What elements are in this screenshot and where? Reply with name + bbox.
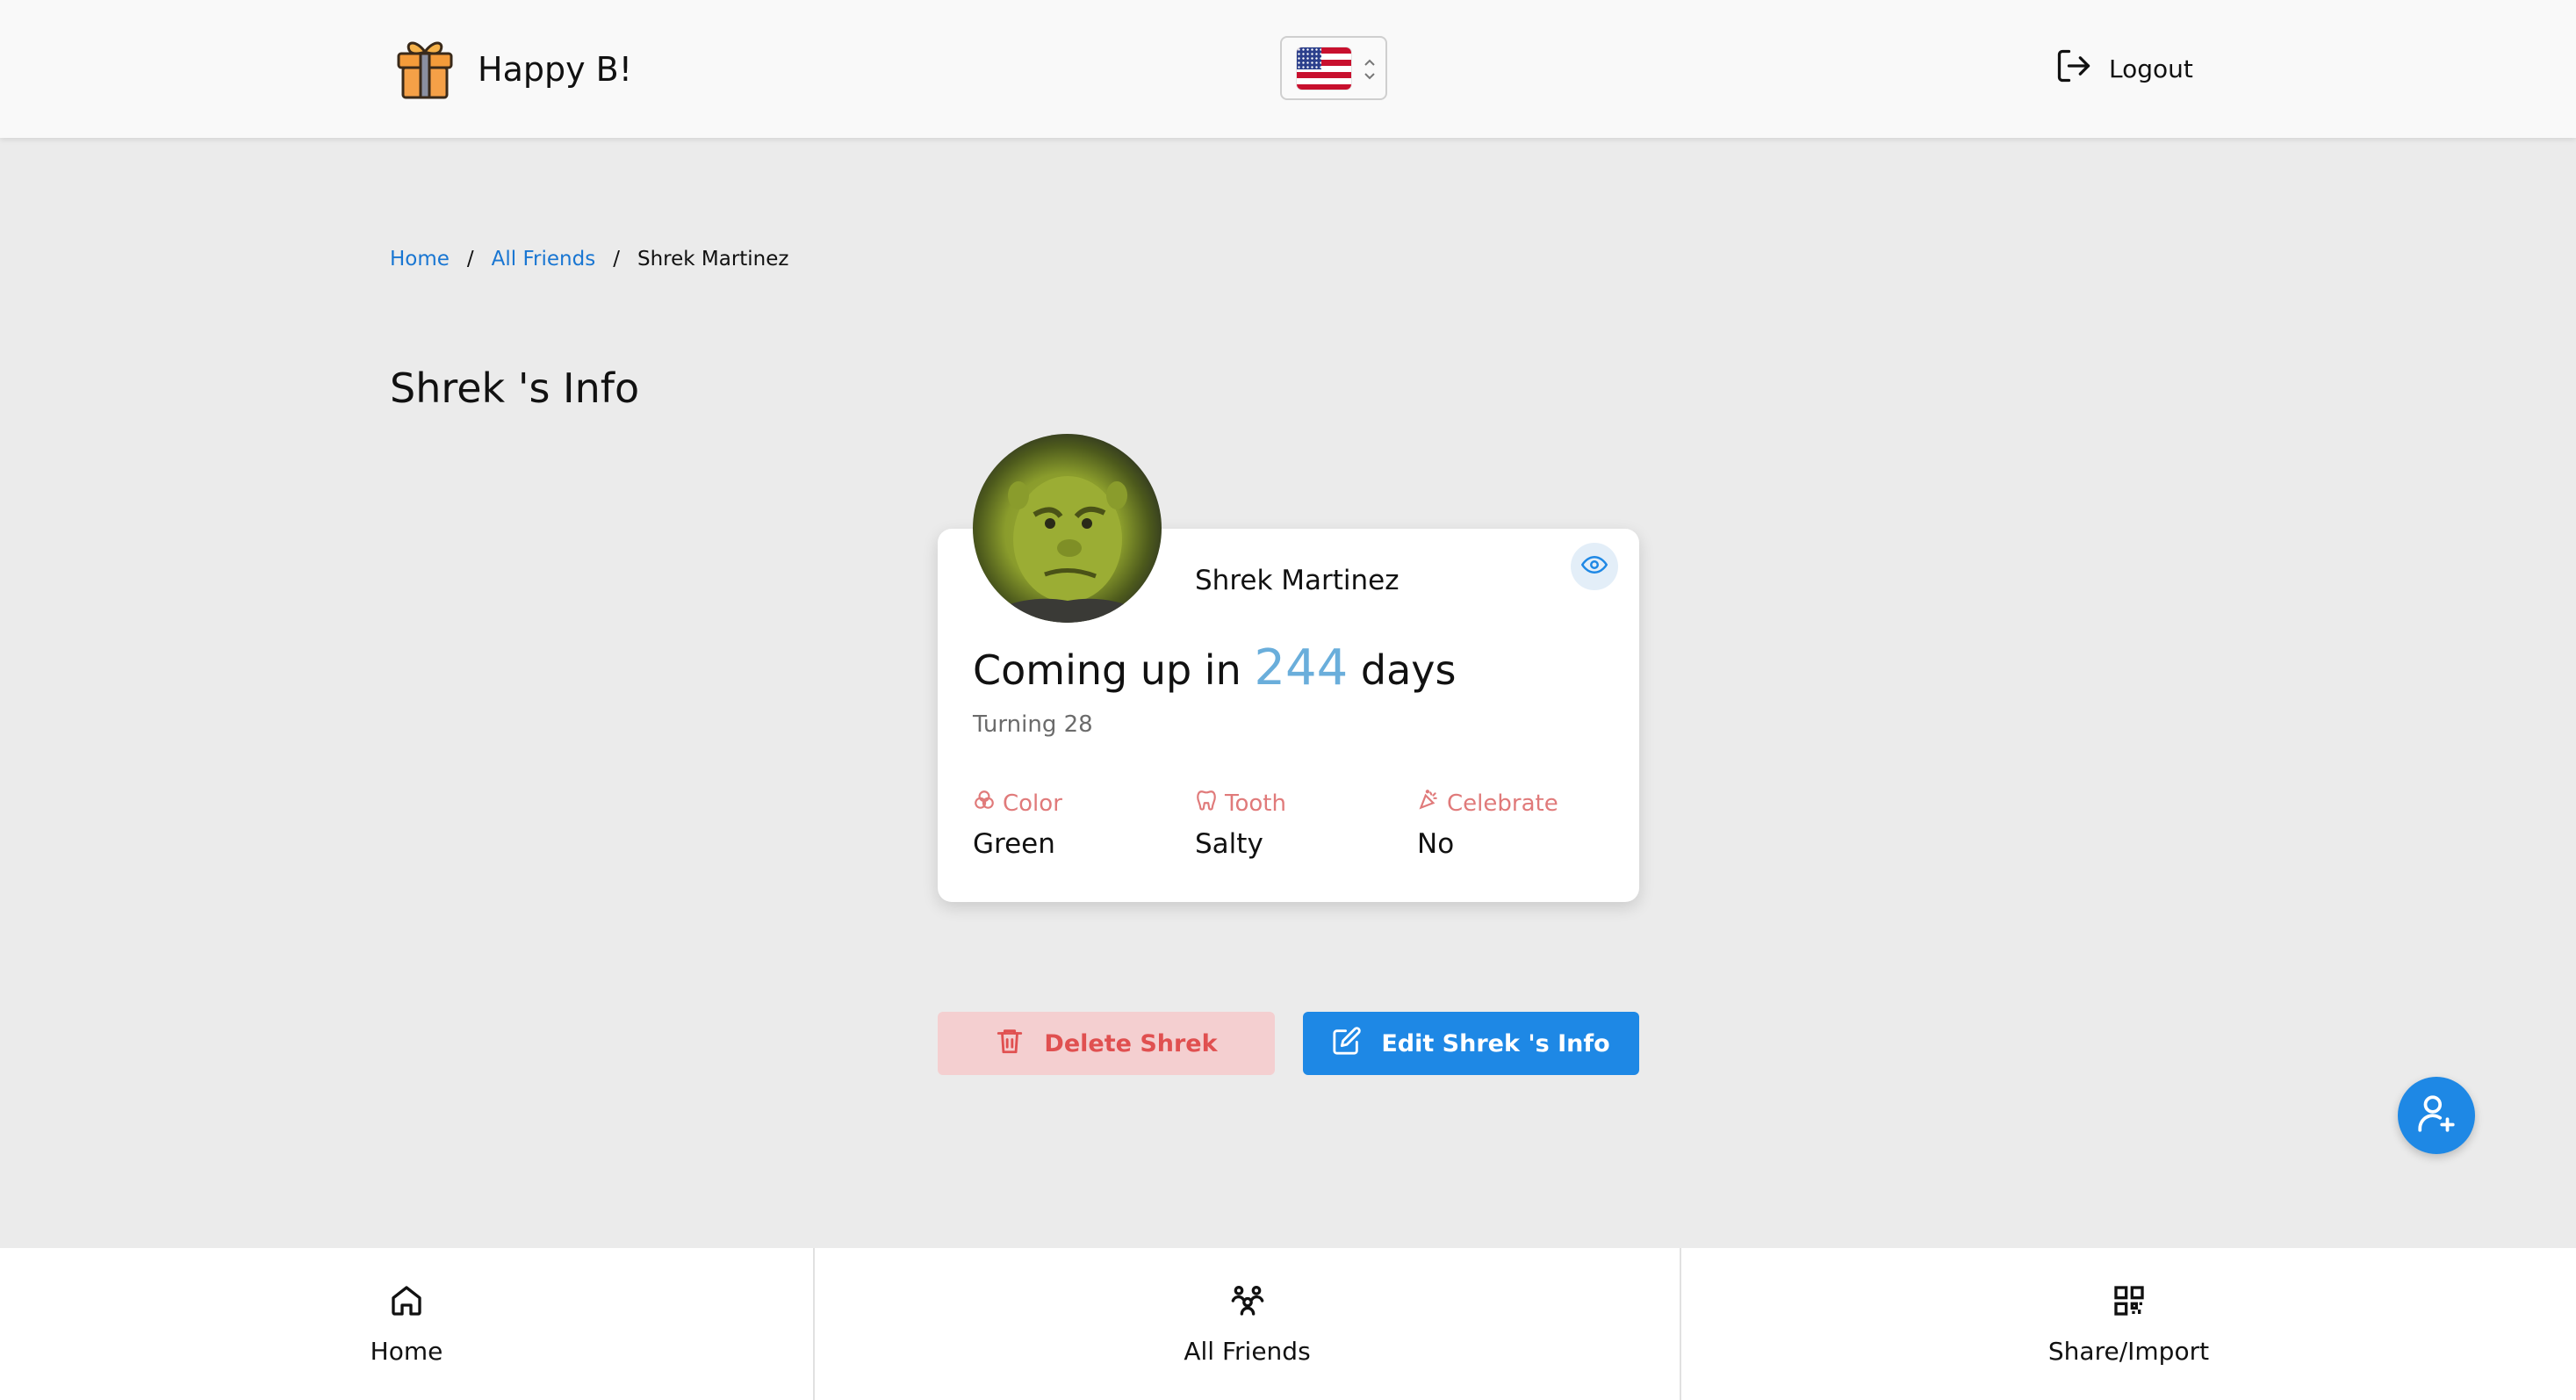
home-icon <box>389 1283 424 1324</box>
palette-icon <box>973 789 996 818</box>
page-title: Shrek 's Info <box>390 364 640 412</box>
attribute-label: Celebrate <box>1447 790 1558 817</box>
logout-icon <box>2054 47 2093 91</box>
friend-name: Shrek Martinez <box>1195 565 1400 596</box>
attribute-color: Color Green <box>973 789 1062 861</box>
tooth-icon <box>1195 789 1218 818</box>
coming-up-text: Coming up in 244 days <box>973 639 1456 696</box>
attribute-celebrate: Celebrate No <box>1417 789 1558 860</box>
delete-friend-button[interactable]: Delete Shrek <box>938 1012 1275 1075</box>
nav-item-all-friends[interactable]: All Friends <box>813 1248 1680 1400</box>
nav-label: All Friends <box>1184 1336 1311 1366</box>
edit-info-button[interactable]: Edit Shrek 's Info <box>1303 1012 1639 1075</box>
nav-item-share-import[interactable]: Share/Import <box>1680 1248 2576 1400</box>
attribute-label: Tooth <box>1225 790 1286 817</box>
nav-item-home[interactable]: Home <box>0 1248 813 1400</box>
breadcrumb: Home / All Friends / Shrek Martinez <box>390 248 788 271</box>
us-flag-icon <box>1297 47 1351 90</box>
attribute-value: Salty <box>1195 828 1263 860</box>
attribute-label: Color <box>1003 790 1062 817</box>
brand-title: Happy B! <box>478 50 632 89</box>
brand[interactable]: Happy B! <box>390 33 632 105</box>
nav-label: Share/Import <box>2047 1336 2210 1366</box>
breadcrumb-separator: / <box>466 248 474 271</box>
edit-button-label: Edit Shrek 's Info <box>1381 1029 1610 1057</box>
gift-box-icon <box>390 32 460 106</box>
friends-icon <box>1230 1283 1265 1324</box>
delete-button-label: Delete Shrek <box>1044 1029 1218 1057</box>
add-friend-button[interactable] <box>2398 1077 2475 1154</box>
view-button[interactable] <box>1571 543 1618 590</box>
chevron-up-down-icon <box>1363 55 1377 87</box>
language-selector[interactable] <box>1280 36 1387 100</box>
logout-label: Logout <box>2109 54 2193 83</box>
trash-icon <box>995 1026 1025 1062</box>
eye-icon <box>1581 552 1608 581</box>
breadcrumb-current: Shrek Martinez <box>637 248 789 271</box>
qr-code-icon <box>2112 1283 2147 1324</box>
breadcrumb-all-friends[interactable]: All Friends <box>492 248 596 271</box>
coming-suffix: days <box>1360 646 1457 694</box>
breadcrumb-home[interactable]: Home <box>390 248 450 271</box>
attribute-value: Green <box>973 828 1055 860</box>
breadcrumb-separator: / <box>613 248 620 271</box>
add-user-icon <box>2414 1092 2458 1139</box>
days-count: 244 <box>1254 639 1349 696</box>
attribute-value: No <box>1417 828 1455 860</box>
edit-icon <box>1332 1026 1362 1062</box>
bottom-navigation: Home All Friends Share/Import <box>0 1248 2576 1400</box>
nav-label: Home <box>370 1336 443 1366</box>
top-header: Happy B! Logout <box>0 0 2576 138</box>
party-popper-icon <box>1417 789 1440 818</box>
coming-prefix: Coming up in <box>973 646 1241 694</box>
turning-age: Turning 28 <box>973 711 1093 738</box>
attribute-tooth: Tooth Salty <box>1195 789 1286 861</box>
logout-button[interactable]: Logout <box>2054 46 2193 91</box>
friend-avatar <box>973 434 1162 623</box>
